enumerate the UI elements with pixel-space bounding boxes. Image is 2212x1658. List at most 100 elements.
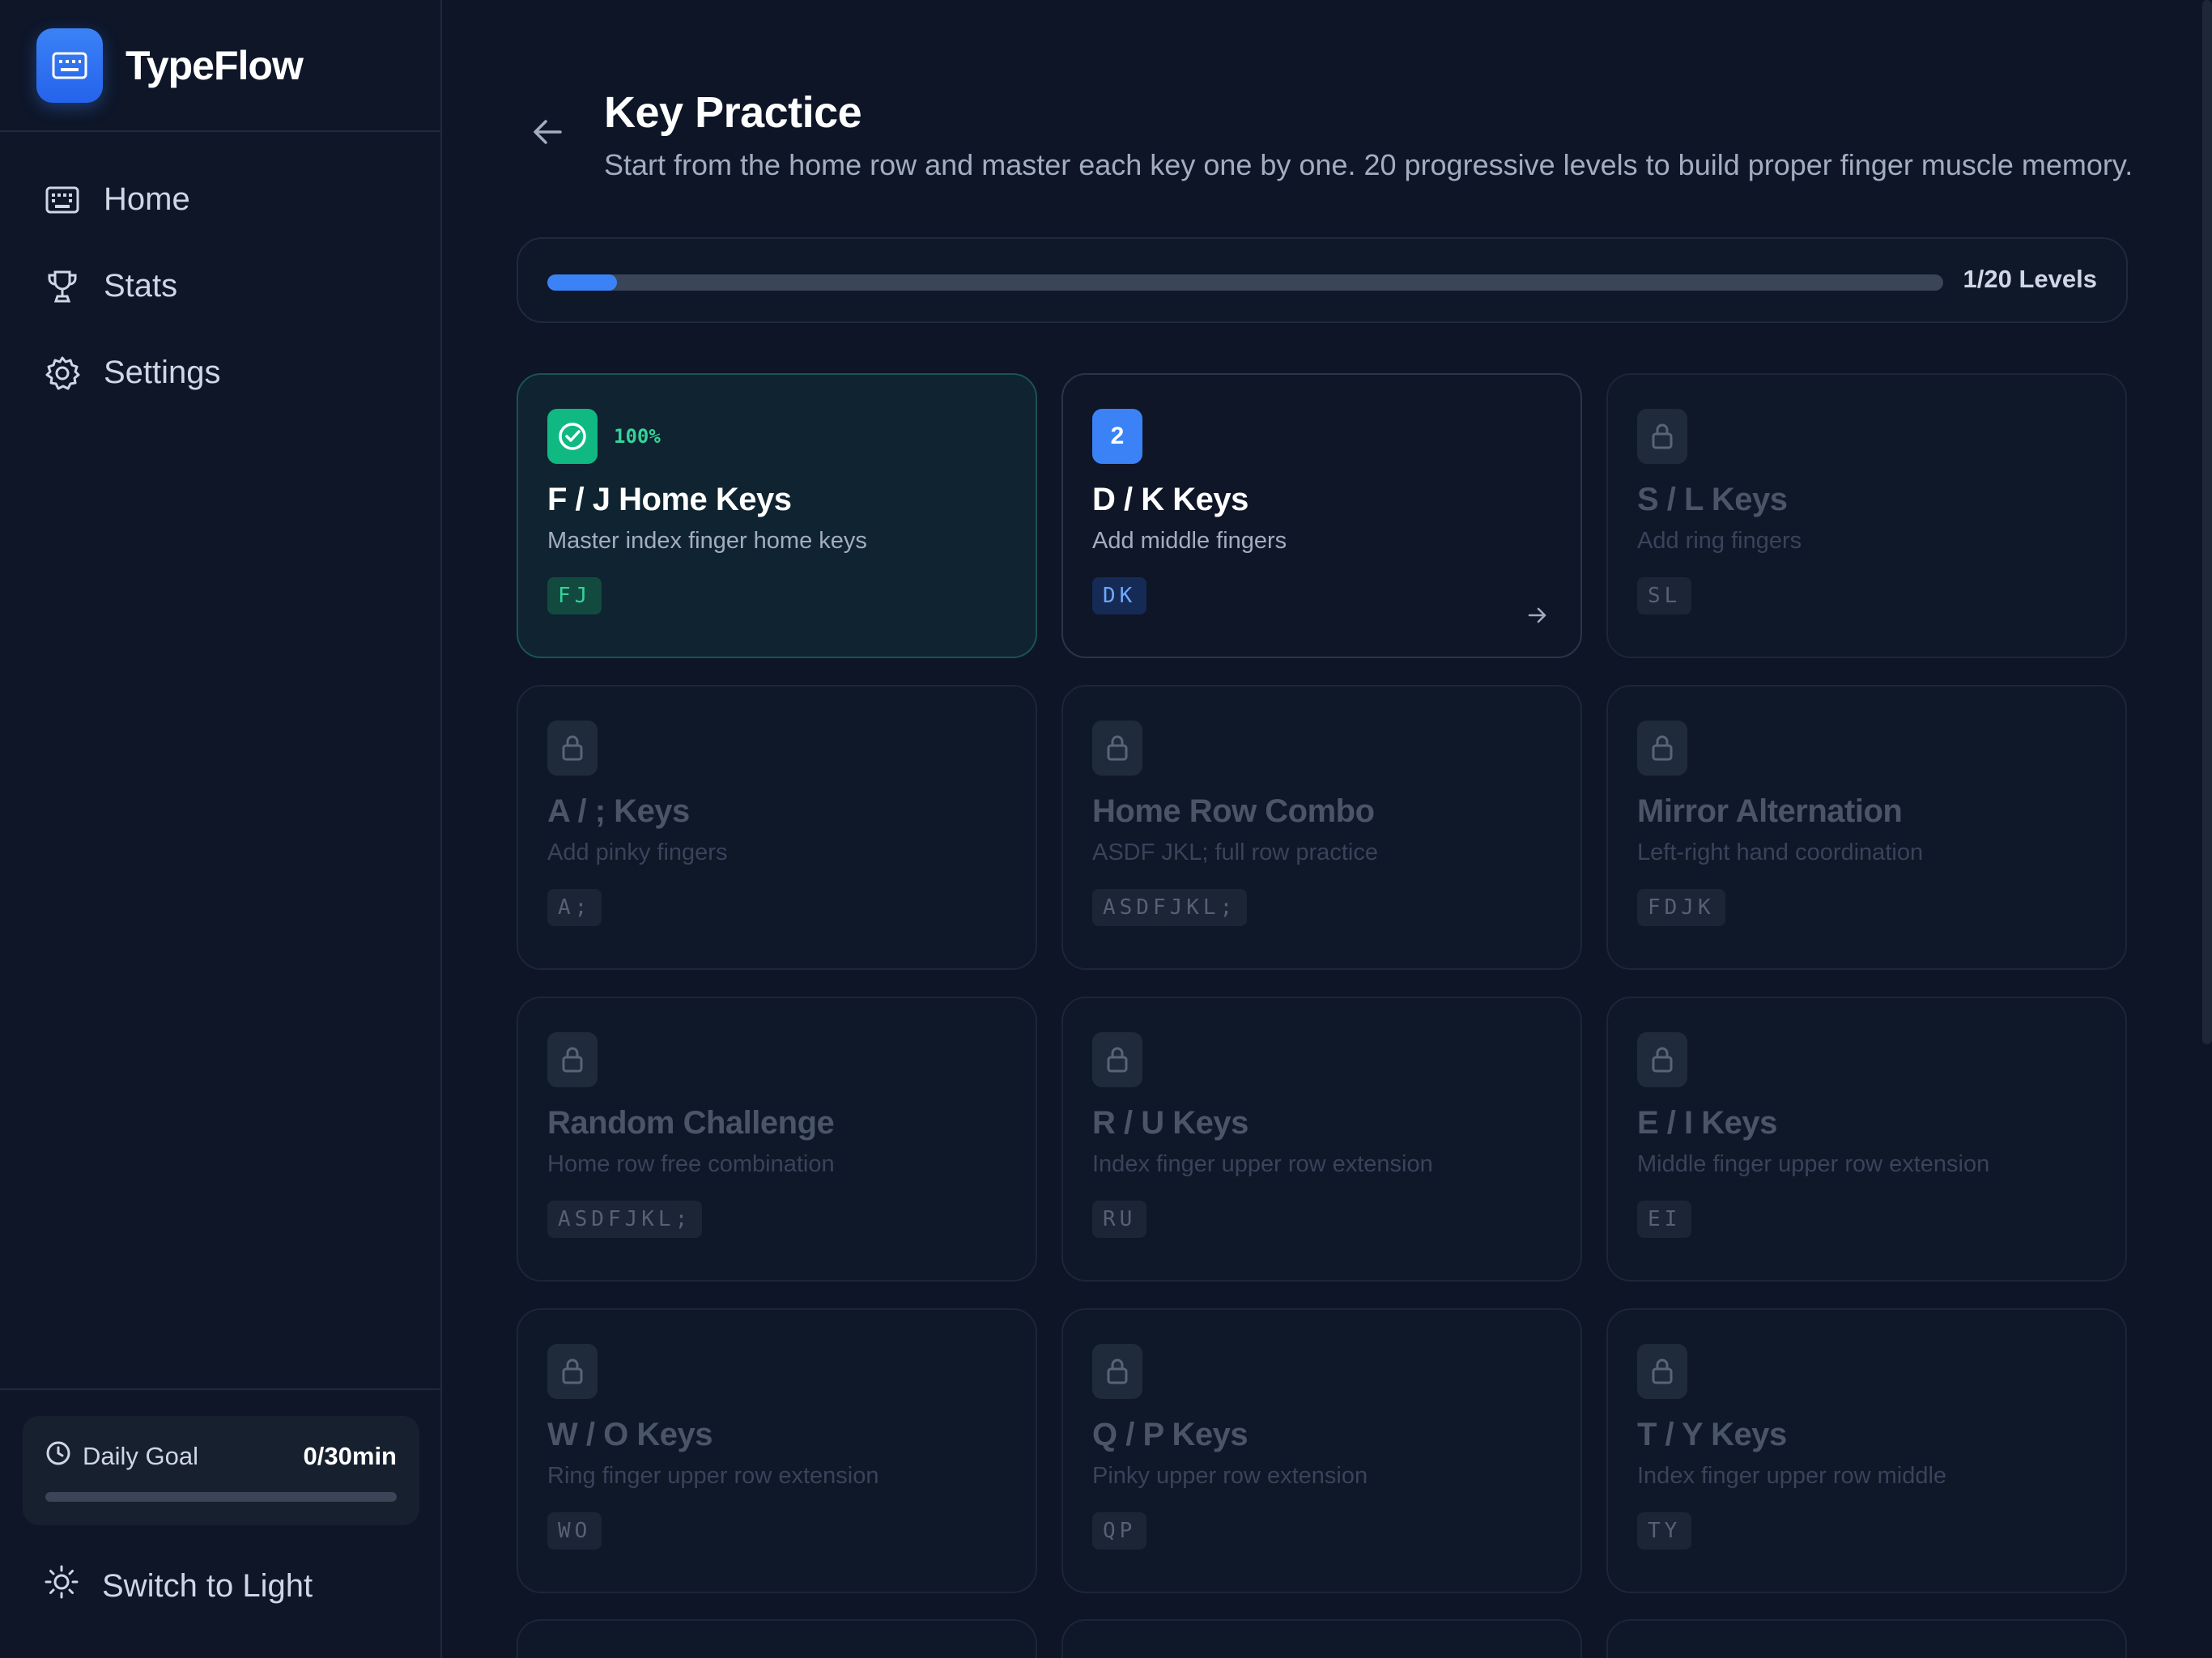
lock-icon [1092,1032,1142,1087]
levels-progress-card: 1/20 Levels [517,237,2128,323]
page-subtitle: Start from the home row and master each … [604,148,2133,181]
daily-goal-progress-bar [45,1492,397,1502]
trophy-icon [44,268,81,305]
sidebar-item-settings[interactable]: Settings [0,329,440,416]
lock-icon [1092,1344,1142,1399]
level-card: A / ; Keys Add pinky fingers A; [517,685,1037,970]
level-grid-next-row [517,1619,2127,1658]
level-card[interactable]: 2 D / K Keys Add middle fingers DK [1061,373,1582,658]
level-description: Ring finger upper row extension [547,1463,879,1489]
level-grid: 100% F / J Home Keys Master index finger h… [517,373,2127,1593]
lock-icon [1637,409,1687,464]
level-keys-chip: RU [1092,1201,1147,1238]
level-title: R / U Keys [1092,1105,1249,1141]
level-card: W / O Keys Ring finger upper row extensio… [517,1308,1037,1593]
level-title: Q / P Keys [1092,1417,1249,1452]
level-keys-chip: SL [1637,577,1692,614]
arrow-right-icon [1527,606,1551,630]
level-card: Random Challenge Home row free combinatio… [517,997,1037,1282]
lock-icon [1637,1344,1687,1399]
sidebar-item-home[interactable]: Home [0,156,440,243]
level-keys-chip: FDJK [1637,889,1725,926]
theme-toggle-label: Switch to Light [102,1567,313,1604]
level-card: E / I Keys Middle finger upper row extens… [1606,997,2127,1282]
level-title: Mirror Alternation [1637,793,1903,829]
level-description: Left-right hand coordination [1637,840,1924,865]
level-keys-chip: EI [1637,1201,1692,1238]
level-title: E / I Keys [1637,1105,1777,1141]
brand: TypeFlow [0,0,440,132]
lock-icon [547,721,598,776]
level-card: S / L Keys Add ring fingers SL [1606,373,2127,658]
lock-icon [1637,721,1687,776]
level-description: Add pinky fingers [547,840,728,865]
level-card: T / Y Keys Index finger upper row middle T… [1606,1308,2127,1593]
level-card [1061,1619,1582,1658]
clock-icon [45,1440,71,1473]
level-description: Index finger upper row extension [1092,1151,1433,1177]
level-title: S / L Keys [1637,482,1788,517]
level-keys-chip: QP [1092,1512,1147,1550]
sidebar-nav: Home Stats Settings [0,132,440,416]
level-title: D / K Keys [1092,482,1249,517]
sidebar: TypeFlow Home Stats Settings Daily Goal … [0,0,442,1658]
level-card: Q / P Keys Pinky upper row extension QP [1061,1308,1582,1593]
level-keys-chip: ASDFJKL; [1092,889,1248,926]
level-keys-chip: FJ [547,577,602,614]
app-name: TypeFlow [125,42,304,88]
level-description: Add middle fingers [1092,528,1287,554]
sidebar-item-label: Settings [104,355,221,390]
level-card: R / U Keys Index finger upper row extensi… [1061,997,1582,1282]
level-description: Add ring fingers [1637,528,1802,554]
level-title: F / J Home Keys [547,482,792,517]
sidebar-item-label: Home [104,181,190,217]
keyboard-icon [44,181,81,219]
sidebar-item-label: Stats [104,268,178,304]
level-card: Mirror Alternation Left-right hand coordi… [1606,685,2127,970]
level-card [1606,1619,2127,1658]
level-keys-chip: A; [547,889,602,926]
levels-progress-track [547,274,1943,291]
level-description: Index finger upper row middle [1637,1463,1947,1489]
level-card: Home Row Combo ASDF JKL; full row practic… [1061,685,1582,970]
level-percent: 100% [614,425,661,448]
level-description: ASDF JKL; full row practice [1092,840,1378,865]
daily-goal-card: Daily Goal 0/30min [23,1416,419,1525]
level-title: Random Challenge [547,1105,835,1141]
level-keys-chip: WO [547,1512,602,1550]
daily-goal-label: Daily Goal [83,1442,198,1470]
check-circle-icon [547,409,598,464]
scrollbar[interactable] [2202,0,2212,1044]
lock-icon [547,1344,598,1399]
lock-icon [1637,1032,1687,1087]
level-description: Master index finger home keys [547,528,867,554]
keyboard-logo-icon[interactable] [36,28,103,103]
page-title: Key Practice [604,88,862,137]
arrow-left-icon [531,118,564,150]
level-description: Home row free combination [547,1151,835,1177]
sidebar-footer: Daily Goal 0/30min Switch to Light [0,1388,440,1658]
app-root: TypeFlow Home Stats Settings Daily Goal … [0,0,2212,1658]
sidebar-item-stats[interactable]: Stats [0,243,440,329]
sun-icon [44,1564,79,1608]
level-title: W / O Keys [547,1417,713,1452]
level-title: A / ; Keys [547,793,690,829]
level-keys-chip: ASDFJKL; [547,1201,703,1238]
level-card [517,1619,1037,1658]
level-keys-chip: TY [1637,1512,1692,1550]
level-card[interactable]: 100% F / J Home Keys Master index finger h… [517,373,1037,658]
daily-goal-value: 0/30min [303,1442,397,1470]
lock-icon [1092,721,1142,776]
level-description: Middle finger upper row extension [1637,1151,1990,1177]
level-keys-chip: DK [1092,577,1147,614]
gear-icon [44,355,81,392]
back-button[interactable] [523,113,572,154]
level-title: Home Row Combo [1092,793,1375,829]
lock-icon [547,1032,598,1087]
levels-progress-fill [547,274,618,291]
levels-progress-label: 1/20 Levels [1963,265,2097,293]
main-content: Key Practice Start from the home row and… [442,0,2212,1658]
level-number-badge: 2 [1092,409,1142,464]
level-title: T / Y Keys [1637,1417,1787,1452]
theme-toggle-button[interactable]: Switch to Light [44,1564,313,1608]
